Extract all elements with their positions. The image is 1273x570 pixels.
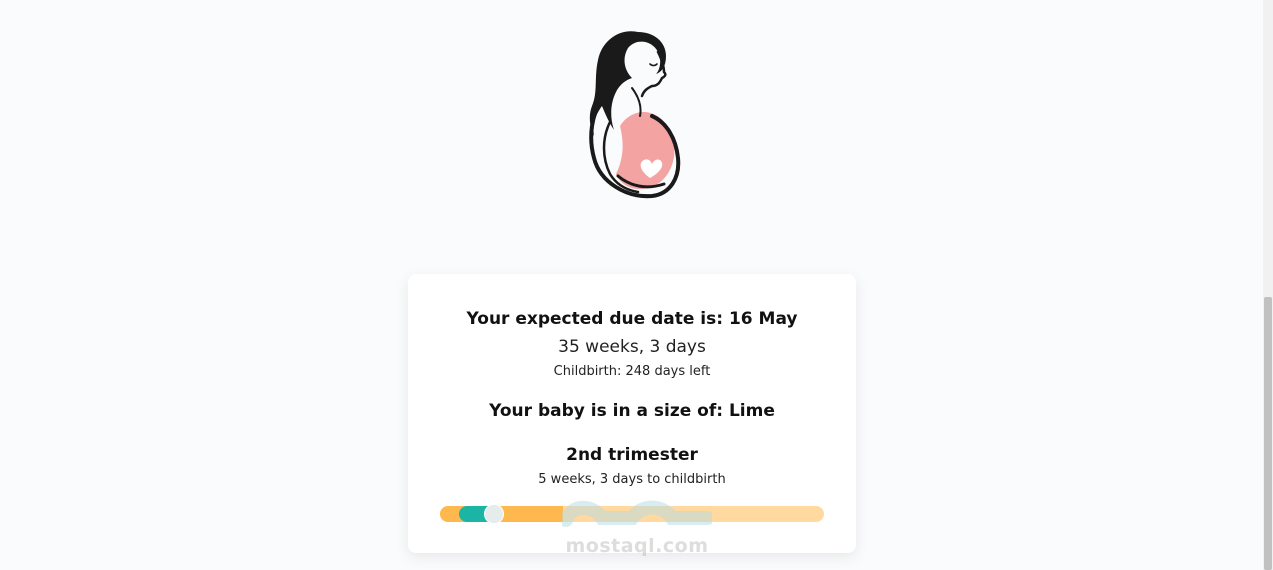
time-to-childbirth-text: 5 weeks, 3 days to childbirth: [538, 472, 726, 487]
progress-knob[interactable]: [485, 505, 503, 523]
scrollbar-track[interactable]: [1263, 0, 1273, 570]
page: Your expected due date is: 16 May 35 wee…: [0, 0, 1273, 570]
pregnancy-weeks: 35 weeks, 3 days: [558, 337, 706, 357]
scrollbar-thumb[interactable]: [1264, 297, 1272, 570]
days-left-text: Childbirth: 248 days left: [553, 364, 711, 379]
pregnant-woman-logo-icon: [580, 26, 684, 202]
due-date-heading: Your expected due date is: 16 May: [466, 309, 798, 329]
baby-size-text: Your baby is in a size of: Lime: [489, 401, 775, 421]
due-date-card: Your expected due date is: 16 May 35 wee…: [408, 274, 856, 553]
trimester-heading: 2nd trimester: [566, 445, 698, 465]
